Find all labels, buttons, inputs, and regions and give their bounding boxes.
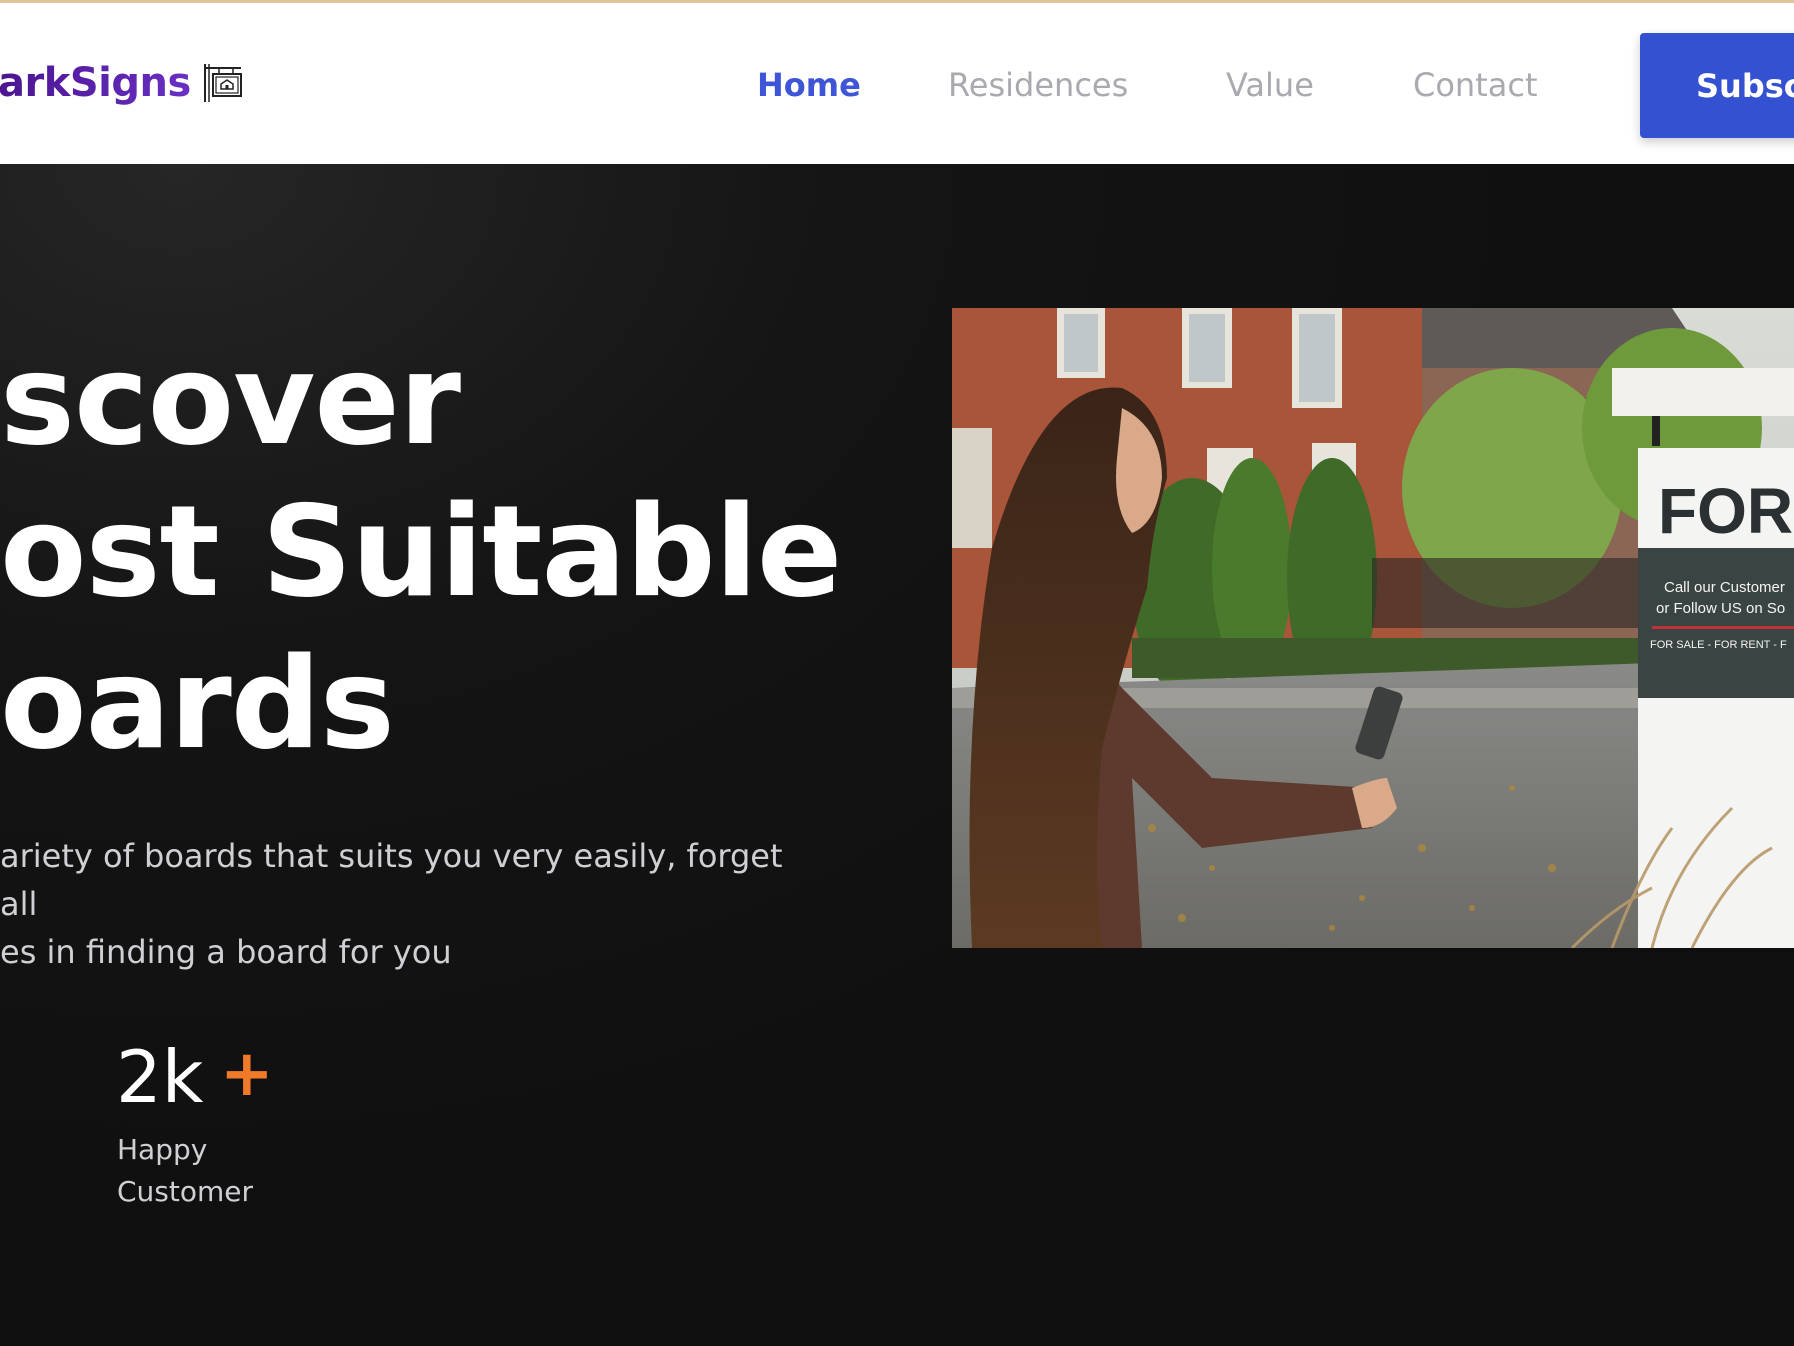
stat-value: 2k [116,1035,204,1119]
stat-label-line-1: Happy [117,1133,208,1166]
hero-photo: FOR S Call our Customer or Follow US on … [952,308,1794,948]
hero-title-line-3: oards [0,630,395,777]
page: arkSigns Home Residences Value Contact S… [0,0,1794,1346]
sign-heading: FOR S [1658,475,1794,547]
hero-title-line-2: ost Suitable [0,478,842,625]
hero-description-line-2: es in finding a board for you [0,933,452,971]
hero-section: scover ost Suitable oards ariety of boar… [0,164,1794,1346]
logo[interactable]: arkSigns [0,60,243,106]
hero-title-line-1: scover [0,326,461,473]
sign-line-1: Call our Customer [1664,579,1785,596]
nav-contact[interactable]: Contact [1413,66,1538,104]
signboard-icon [203,64,242,102]
hero-photo-illustration: FOR S Call our Customer or Follow US on … [952,308,1794,948]
logo-text: arkSigns [0,60,191,106]
nav-residences[interactable]: Residences [948,66,1128,104]
subscribe-button[interactable]: Subsc [1640,33,1794,138]
stat-label: Happy Customer [117,1129,317,1213]
hero-description-line-1: ariety of boards that suits you very eas… [0,837,783,923]
stat-label-line-2: Customer [117,1175,254,1208]
hero-description: ariety of boards that suits you very eas… [0,832,820,976]
nav-home[interactable]: Home [757,66,861,104]
stat-plus: + [220,1037,274,1111]
sign-line-2: or Follow US on So [1656,600,1785,617]
site-header: arkSigns Home Residences Value Contact S… [0,3,1794,164]
hero-title: scover ost Suitable oards [0,324,842,780]
nav-value[interactable]: Value [1226,66,1314,104]
sign-footer: FOR SALE - FOR RENT - F [1650,639,1787,651]
